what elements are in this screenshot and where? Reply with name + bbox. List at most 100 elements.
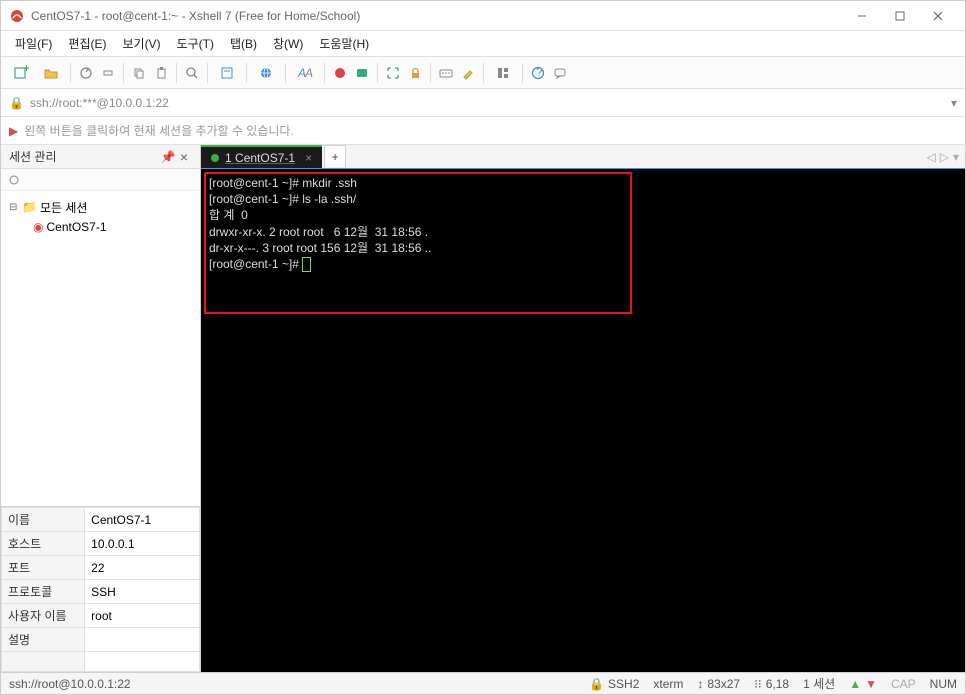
prop-val-user[interactable]: root [85, 604, 200, 628]
title-bar: CentOS7-1 - root@cent-1:~ - Xshell 7 (Fr… [1, 1, 965, 31]
collapse-icon[interactable]: ⊟ [9, 202, 19, 213]
separator [377, 63, 378, 83]
tree-item-label: CentOS7-1 [46, 220, 106, 234]
search-icon[interactable] [182, 63, 202, 83]
prop-val-desc[interactable] [85, 628, 200, 652]
sessions-panel-header: 세션 관리 📌 × [1, 145, 200, 169]
session-icon: ◉ [33, 220, 43, 234]
address-bar[interactable]: 🔒 ssh://root:***@10.0.0.1:22 ▾ [1, 89, 965, 117]
separator [176, 63, 177, 83]
chat-icon[interactable] [550, 63, 570, 83]
prop-key-proto: 프로토콜 [2, 580, 85, 604]
menu-tab[interactable]: 탭(B) [222, 32, 265, 55]
hint-text: 왼쪽 버튼을 클릭하여 현재 세션을 추가할 수 있습니다. [24, 122, 294, 139]
separator [324, 63, 325, 83]
reconnect-icon[interactable] [76, 63, 96, 83]
tab-status-icon [211, 154, 219, 162]
main-toolbar: + AA ? [1, 57, 965, 89]
status-sessions: 1 세션 [803, 675, 835, 692]
arrow-down-icon: ▼ [865, 677, 877, 691]
arrow-up-icon: ▲ [849, 677, 861, 691]
sessions-refresh-icon[interactable] [5, 171, 23, 189]
prop-empty [2, 652, 85, 672]
tab-centos[interactable]: 1 CentOS7-1 × [201, 145, 322, 168]
tab-list-icon[interactable]: ▾ [953, 150, 959, 164]
tree-root[interactable]: ⊟ 📁 모든 세션 [5, 197, 196, 217]
menu-window[interactable]: 창(W) [265, 32, 311, 55]
menu-view[interactable]: 보기(V) [114, 32, 168, 55]
properties-icon[interactable] [213, 63, 241, 83]
terminal[interactable]: [root@cent-1 ~]# mkdir .ssh [root@cent-1… [201, 169, 965, 672]
status-proto: 🔒SSH2 [589, 677, 639, 691]
terminal-content: [root@cent-1 ~]# mkdir .ssh [root@cent-1… [201, 169, 965, 278]
close-panel-icon[interactable]: × [176, 149, 192, 165]
status-size: ↕ 83x27 [697, 677, 740, 691]
prop-key-desc: 설명 [2, 628, 85, 652]
sessions-panel: 세션 관리 📌 × ⊟ 📁 모든 세션 ◉ CentOS7-1 이름CentOS… [1, 145, 201, 672]
prop-key-name: 이름 [2, 508, 85, 532]
status-connection: ssh://root@10.0.0.1:22 [9, 677, 131, 691]
app-logo-icon [9, 8, 25, 24]
paste-icon[interactable] [151, 63, 171, 83]
xshell-icon[interactable] [330, 63, 350, 83]
lock-icon: 🔒 [9, 96, 24, 110]
tab-bar: 1 CentOS7-1 × + ◁ ▷ ▾ [201, 145, 965, 169]
properties-grid: 이름CentOS7-1 호스트10.0.0.1 포트22 프로토콜SSH 사용자… [1, 506, 200, 672]
highlight-icon[interactable] [458, 63, 478, 83]
separator [70, 63, 71, 83]
menu-tools[interactable]: 도구(T) [169, 32, 222, 55]
prop-val-proto[interactable]: SSH [85, 580, 200, 604]
tab-next-icon[interactable]: ▷ [940, 150, 949, 164]
open-session-icon[interactable] [37, 63, 65, 83]
keyboard-icon[interactable] [436, 63, 456, 83]
separator [207, 63, 208, 83]
lock-icon[interactable] [405, 63, 425, 83]
globe-icon[interactable] [252, 63, 280, 83]
xftp-icon[interactable] [352, 63, 372, 83]
address-dropdown-icon[interactable]: ▾ [951, 96, 957, 110]
status-cursor: ⁝⁝ 6,18 [754, 677, 789, 691]
svg-text:?: ? [536, 66, 543, 79]
minimize-button[interactable] [843, 2, 881, 30]
sessions-tree[interactable]: ⊟ 📁 모든 세션 ◉ CentOS7-1 [1, 191, 200, 506]
prop-key-port: 포트 [2, 556, 85, 580]
tab-prev-icon[interactable]: ◁ [927, 150, 936, 164]
prop-val-name[interactable]: CentOS7-1 [85, 508, 200, 532]
folder-icon: 📁 [22, 200, 37, 214]
menu-edit[interactable]: 편집(E) [60, 32, 114, 55]
tree-item-centos[interactable]: ◉ CentOS7-1 [5, 217, 196, 237]
status-num: NUM [930, 677, 957, 691]
tab-nav: ◁ ▷ ▾ [921, 145, 966, 168]
disconnect-icon[interactable] [98, 63, 118, 83]
copy-icon[interactable] [129, 63, 149, 83]
prop-val-host[interactable]: 10.0.0.1 [85, 532, 200, 556]
right-pane: 1 CentOS7-1 × + ◁ ▷ ▾ [root@cent-1 ~]# m… [201, 145, 965, 672]
prop-key-host: 호스트 [2, 532, 85, 556]
menu-file[interactable]: 파일(F) [7, 32, 60, 55]
help-icon[interactable]: ? [528, 63, 548, 83]
sessions-toolbar [1, 169, 200, 191]
pin-icon[interactable]: 📌 [160, 150, 176, 164]
status-cap: CAP [891, 677, 916, 691]
status-traffic: ▲ ▼ [849, 677, 877, 691]
menu-help[interactable]: 도움말(H) [311, 32, 377, 55]
separator [483, 63, 484, 83]
main-area: 세션 관리 📌 × ⊟ 📁 모든 세션 ◉ CentOS7-1 이름CentOS… [1, 145, 965, 672]
menu-bar: 파일(F) 편집(E) 보기(V) 도구(T) 탭(B) 창(W) 도움말(H) [1, 31, 965, 57]
tab-close-icon[interactable]: × [305, 151, 312, 165]
maximize-button[interactable] [881, 2, 919, 30]
fullscreen-icon[interactable] [383, 63, 403, 83]
status-term: xterm [653, 677, 683, 691]
tree-root-label: 모든 세션 [40, 199, 88, 216]
add-tab-button[interactable]: + [324, 145, 346, 168]
address-text: ssh://root:***@10.0.0.1:22 [30, 96, 945, 110]
prop-key-user: 사용자 이름 [2, 604, 85, 628]
close-window-button[interactable] [919, 2, 957, 30]
prop-val-port[interactable]: 22 [85, 556, 200, 580]
layout-icon[interactable] [489, 63, 517, 83]
separator [430, 63, 431, 83]
font-icon[interactable]: AA [291, 63, 319, 83]
new-session-icon[interactable]: + [7, 63, 35, 83]
sessions-panel-title: 세션 관리 [9, 148, 160, 165]
separator [246, 63, 247, 83]
